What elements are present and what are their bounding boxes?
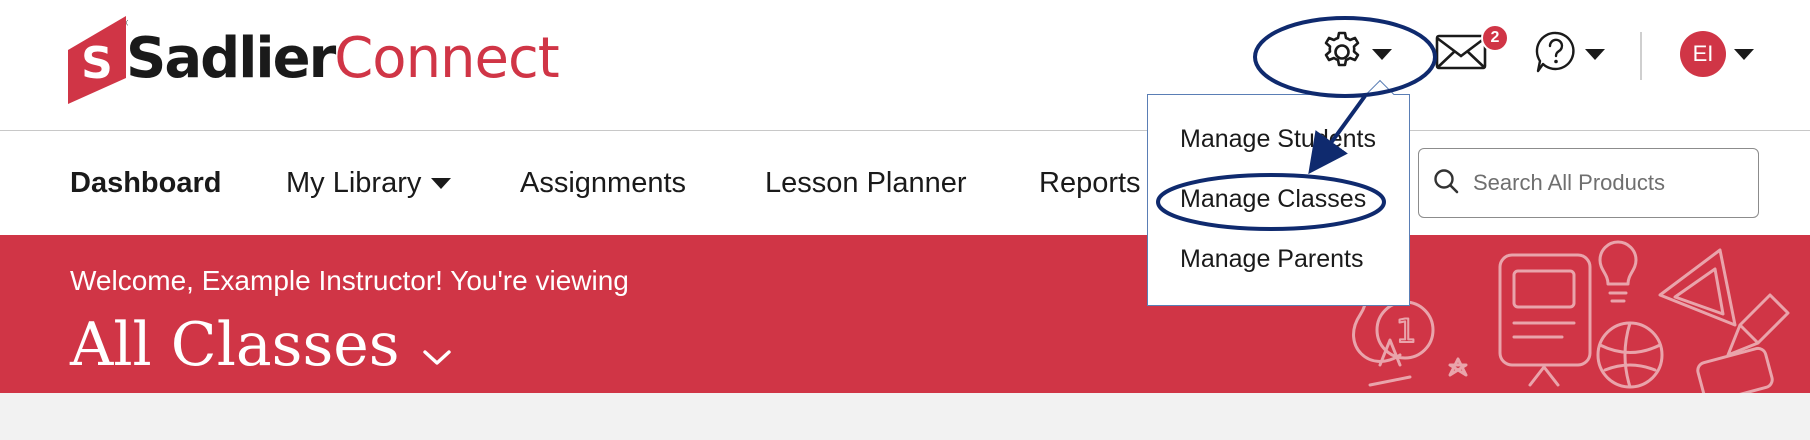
avatar: EI	[1680, 31, 1726, 77]
page-content-area	[0, 393, 1810, 440]
menu-item-manage-classes[interactable]: Manage Classes	[1180, 185, 1366, 214]
help-circle-icon	[1535, 30, 1577, 79]
chevron-down-icon	[422, 313, 452, 383]
envelope-icon	[1435, 32, 1487, 77]
settings-menu-button[interactable]	[1320, 28, 1392, 80]
main-nav: Dashboard My Library Assignments Lesson …	[0, 131, 1810, 235]
product-search[interactable]	[1418, 148, 1759, 218]
welcome-banner: Welcome, Example Instructor! You're view…	[0, 235, 1810, 393]
nav-dashboard[interactable]: Dashboard	[70, 131, 221, 235]
user-menu-button[interactable]: EI	[1680, 28, 1754, 80]
nav-my-library[interactable]: My Library	[286, 131, 452, 235]
chevron-down-icon	[431, 177, 452, 189]
chevron-down-icon	[1585, 48, 1605, 60]
class-title: All Classes	[70, 310, 400, 380]
nav-assignments[interactable]: Assignments	[520, 131, 686, 235]
header-divider	[1640, 32, 1642, 80]
settings-dropdown-menu: Manage Students Manage Classes Manage Pa…	[1147, 79, 1410, 306]
messages-button[interactable]: 2	[1435, 24, 1509, 80]
help-menu-button[interactable]	[1535, 28, 1605, 80]
logo-text-connect: Connect	[334, 26, 560, 91]
welcome-text: Welcome, Example Instructor! You're view…	[70, 265, 629, 296]
search-input[interactable]	[1473, 170, 1743, 196]
logo-text-sadlier: Sadlier	[126, 26, 336, 91]
sadlier-connect-logo[interactable]: S ® SadlierConnect	[68, 14, 560, 104]
chevron-down-icon	[1734, 48, 1754, 60]
gear-icon	[1320, 30, 1364, 79]
top-header: S ® SadlierConnect 2	[0, 0, 1810, 131]
class-selector[interactable]: All Classes	[70, 307, 452, 383]
search-icon	[1433, 168, 1459, 199]
chevron-down-icon	[1372, 48, 1392, 60]
unread-messages-badge: 2	[1481, 24, 1509, 52]
svg-text:®: ®	[125, 19, 128, 29]
nav-reports[interactable]: Reports	[1039, 131, 1141, 235]
sadlier-s-logo-icon: S ®	[68, 16, 134, 104]
svg-text:S: S	[81, 38, 113, 89]
menu-item-manage-students[interactable]: Manage Students	[1180, 125, 1376, 154]
nav-lesson-planner[interactable]: Lesson Planner	[765, 131, 967, 235]
svg-text:1: 1	[1396, 312, 1416, 350]
menu-item-manage-parents[interactable]: Manage Parents	[1180, 245, 1363, 274]
